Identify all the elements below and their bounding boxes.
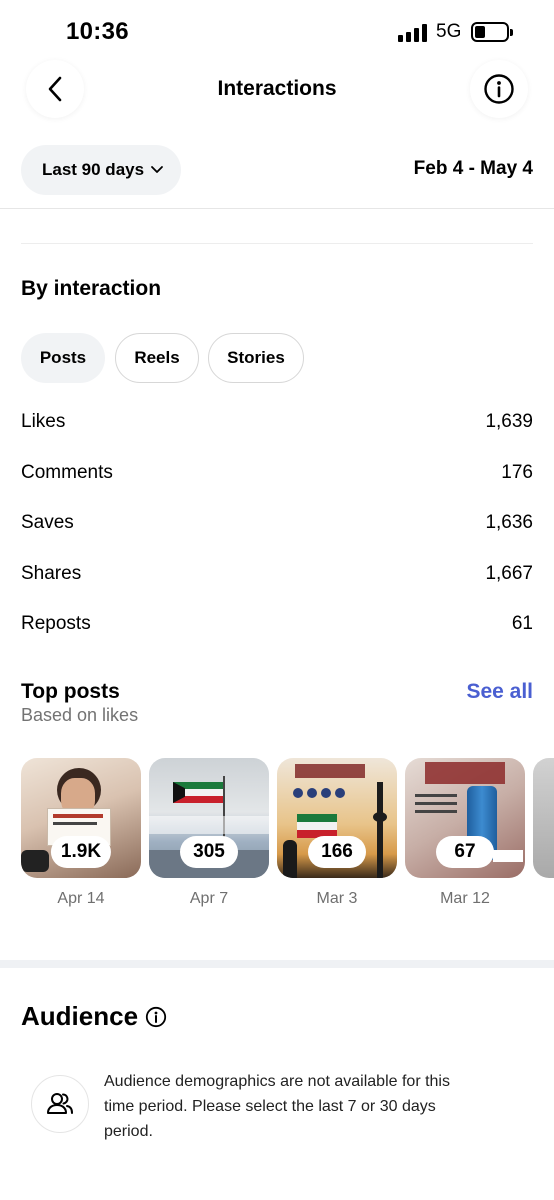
signal-icon [398,24,428,42]
post-thumbnail[interactable]: 67 [405,758,525,878]
tab-stories[interactable]: Stories [208,333,304,383]
post-date: Apr 14 [57,890,105,907]
audience-unavailable-message: Audience demographics are not available … [104,1073,450,1140]
info-circle-icon [484,74,514,104]
divider [21,243,533,244]
status-time: 10:36 [66,18,129,45]
top-posts-subtitle: Based on likes [21,705,139,725]
top-posts-title: Top posts [21,680,120,703]
metric-row-likes: Likes 1,639 [21,411,533,441]
audience-icon-container [31,1075,89,1133]
post-like-count: 166 [308,836,366,868]
audience-title: Audience [21,1001,139,1031]
metric-value: 176 [501,462,533,483]
metric-label: Comments [21,462,113,483]
period-label: Last 90 days [42,160,145,179]
post-like-count: 1.9K [50,836,112,868]
date-range: Feb 4 - May 4 [413,158,533,179]
divider [0,208,554,209]
metric-value: 61 [511,613,533,634]
info-circle-icon [145,1006,167,1028]
network-label: 5G [436,21,462,42]
top-nav: Interactions [0,58,554,122]
metric-label: Shares [21,563,82,584]
by-interaction-title: By interaction [21,277,162,300]
people-icon [47,1093,73,1114]
period-dropdown[interactable]: Last 90 days [21,145,181,195]
chevron-down-icon [151,166,163,173]
post-thumbnail[interactable] [533,758,554,878]
battery-icon [471,22,513,42]
see-all-link[interactable]: See all [466,680,533,704]
post-thumbnail[interactable]: 1.9K [21,758,141,878]
post-like-count: 67 [436,836,494,868]
metric-label: Reposts [21,613,91,634]
metric-row-shares: Shares 1,667 [21,563,533,593]
post-thumbnail[interactable]: 166 [277,758,397,878]
audience-info-button[interactable] [145,1006,167,1033]
metric-row-saves: Saves 1,636 [21,512,533,542]
status-bar: 10:36 5G [0,0,554,62]
post-date: Apr 7 [189,890,229,907]
post-thumbnail[interactable]: 305 [149,758,269,878]
metric-value: 1,639 [485,411,533,432]
info-button[interactable] [470,60,528,118]
post-date: Mar 12 [440,890,490,907]
filter-row: Last 90 days Feb 4 - May 4 [0,145,554,195]
section-separator [0,960,554,968]
metric-label: Likes [21,411,66,432]
metric-row-comments: Comments 176 [21,462,533,492]
post-like-count: 305 [180,836,238,868]
tab-posts[interactable]: Posts [21,333,105,383]
metric-value: 1,636 [485,512,533,533]
metric-row-reposts: Reposts 61 [21,613,533,643]
tab-reels[interactable]: Reels [115,333,199,383]
metric-value: 1,667 [485,563,533,584]
metric-label: Saves [21,512,74,533]
post-date: Mar 3 [316,890,358,907]
